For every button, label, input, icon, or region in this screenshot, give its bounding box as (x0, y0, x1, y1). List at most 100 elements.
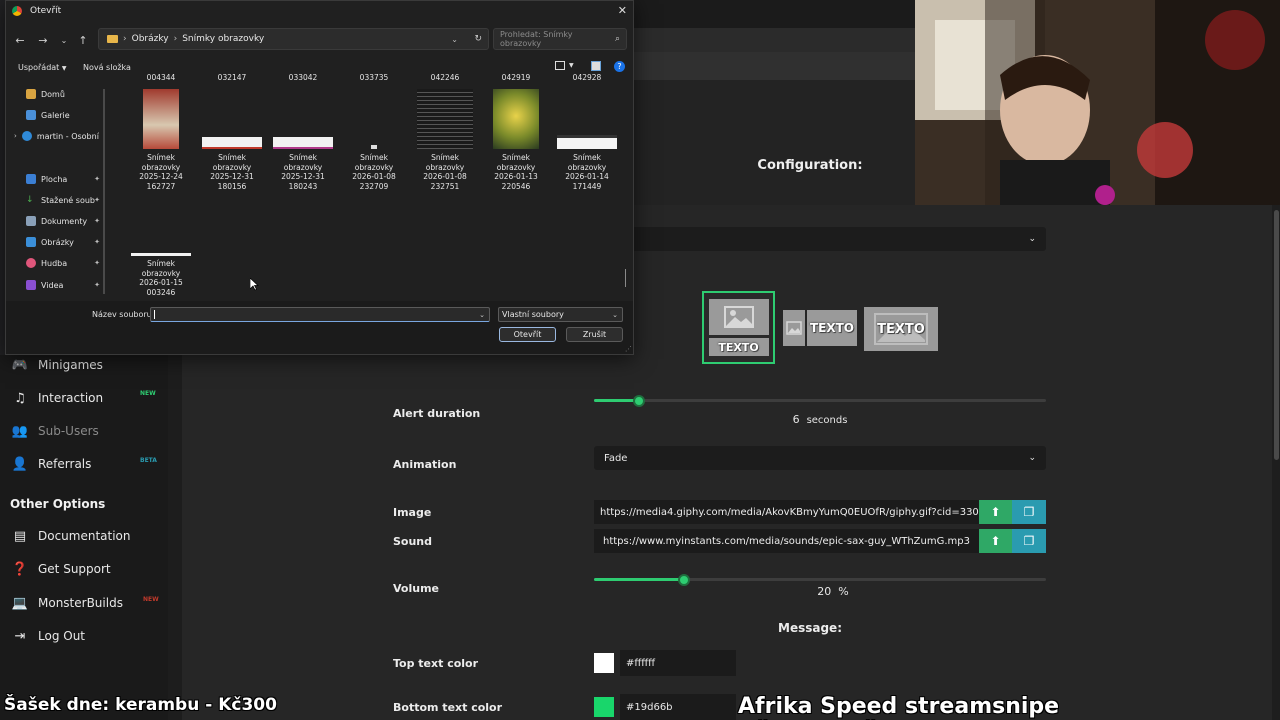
top-text-color-swatch[interactable] (594, 653, 614, 673)
nav-item-gallery[interactable]: Galerie (26, 110, 106, 120)
view-icon[interactable] (555, 61, 565, 70)
organize-label: Uspořádat (18, 63, 60, 72)
file-name: Snímek obrazovky 2026-01-08 232709 (342, 153, 406, 191)
page-scrollbar-thumb[interactable] (1274, 210, 1279, 460)
sidebar-item-label: Interaction (38, 391, 104, 405)
file-item[interactable]: Snímek obrazovky 2026-01-14 171449 (555, 89, 619, 191)
forward-arrow-icon[interactable]: → (35, 32, 51, 48)
chevron-down-icon[interactable]: ⌄ (451, 35, 458, 44)
close-icon[interactable]: ✕ (618, 4, 627, 17)
file-item[interactable]: Snímek obrazovky 2025-12-31 180156 (200, 89, 264, 191)
chevron-down-icon: ▼ (61, 65, 67, 72)
cancel-button[interactable]: Zrušit (566, 327, 623, 342)
nav-item-desktop[interactable]: Plocha ✦ (26, 174, 106, 184)
pin-icon: ✦ (94, 259, 100, 267)
nav-item-music[interactable]: Hudba ✦ (26, 258, 106, 268)
animation-label: Animation (393, 458, 457, 471)
animation-value: Fade (604, 452, 628, 464)
nav-item-downloads[interactable]: ↓ Stažené soub ✦ (26, 195, 106, 205)
address-bar[interactable]: › Obrázky › Snímky obrazovky ⌄ ↻ (98, 28, 489, 50)
file-item[interactable]: Snímek obrazovky 2025-12-24 162727 (129, 89, 193, 191)
filetype-select[interactable]: Vlastní soubory ⌄ (498, 307, 623, 322)
filename-input[interactable]: ⌄ (150, 307, 490, 322)
alert-duration-slider[interactable] (594, 399, 1046, 402)
nav-item-onedrive[interactable]: › martin - Osobní (14, 131, 106, 141)
file-label-partial: 004344 (146, 73, 176, 82)
sidebar-item-get-support[interactable]: ❓ Get Support (12, 561, 111, 577)
nav-item-pictures[interactable]: Obrázky ✦ (26, 237, 106, 247)
mouse-cursor-icon (250, 278, 259, 291)
sidebar-item-monsterbuilds[interactable]: 💻 MonsterBuilds (12, 595, 123, 611)
sidebar-item-label: Minigames (38, 358, 103, 372)
file-name-line: obrazovky (496, 162, 536, 172)
nav-item-videos[interactable]: Videa ✦ (26, 280, 106, 290)
file-name: Snímek obrazovky 2026-01-08 232751 (413, 153, 477, 191)
sidebar-item-minigames[interactable]: 🎮 Minigames (12, 357, 103, 373)
sidebar-divider (168, 355, 182, 720)
file-item[interactable]: Snímek obrazovky 2025-12-31 180243 (271, 89, 335, 191)
file-name-line: Snímek (431, 153, 459, 162)
chevron-down-icon[interactable]: ▼ (569, 62, 574, 69)
file-item[interactable]: Snímek obrazovky 2026-01-08 232751 (413, 89, 477, 191)
nav-item-documents[interactable]: Dokumenty ✦ (26, 216, 106, 226)
refresh-icon[interactable]: ↻ (474, 34, 482, 44)
nav-label: martin - Osobní (36, 131, 99, 141)
sidebar-item-log-out[interactable]: ⇥ Log Out (12, 628, 85, 644)
sidebar-item-interaction[interactable]: ♫ Interaction (12, 390, 103, 406)
sound-url-input[interactable]: https://www.myinstants.com/media/sounds/… (594, 529, 979, 553)
layout-option-image-above[interactable]: TEXTO (702, 291, 775, 364)
breadcrumb-item[interactable]: Snímky obrazovky (182, 34, 264, 44)
image-upload-button[interactable]: ⬆ (979, 500, 1012, 524)
sidebar-item-documentation[interactable]: ▤ Documentation (12, 528, 131, 544)
top-text-color-input[interactable]: #ffffff (620, 650, 736, 676)
layout-select[interactable]: ct ⌄ (594, 227, 1046, 251)
dialog-footer: Název souboru: ⌄ Vlastní soubory ⌄ Otevř… (6, 301, 633, 354)
volume-fill (594, 578, 685, 581)
filetype-value: Vlastní soubory (502, 310, 564, 319)
open-button[interactable]: Otevřít (499, 327, 556, 342)
nav-scrollbar[interactable] (103, 89, 105, 294)
configuration-title: Configuration: (757, 158, 863, 173)
search-icon: ⌕ (614, 34, 620, 44)
file-name-line: 2026-01-15 (139, 278, 183, 287)
dialog-titlebar: Otevřít ✕ (6, 1, 633, 21)
beta-badge: BETA (140, 457, 157, 464)
image-library-button[interactable]: ❐ (1012, 500, 1046, 524)
pin-icon: ✦ (94, 281, 100, 289)
app-tab-bar (634, 28, 916, 52)
nav-label: Hudba (41, 258, 68, 268)
breadcrumb-item[interactable]: Obrázky (132, 34, 169, 44)
bottom-text-color-swatch[interactable] (594, 697, 614, 717)
search-box[interactable]: Prohledat: Snímky obrazovky ⌕ (493, 28, 627, 50)
animation-select[interactable]: Fade ⌄ (594, 446, 1046, 470)
chevron-right-icon: › (123, 34, 127, 44)
file-name-line: obrazovky (141, 162, 181, 172)
duration-unit: seconds (806, 415, 848, 426)
sidebar-item-sub-users[interactable]: 👥 Sub-Users (12, 423, 99, 439)
resize-grip-icon[interactable]: ⋰ (625, 345, 632, 353)
image-url-input[interactable]: https://media4.giphy.com/media/AkovKBmyY… (594, 500, 979, 524)
back-arrow-icon[interactable]: ← (12, 32, 28, 48)
sound-upload-button[interactable]: ⬆ (979, 529, 1012, 553)
folder-icon (107, 35, 118, 43)
bottom-text-color-input[interactable]: #19d66b (620, 694, 736, 720)
file-item[interactable]: Snímek obrazovky 2026-01-08 232709 (342, 89, 406, 191)
chevron-down-icon[interactable]: ⌄ (479, 311, 485, 319)
history-chevron-icon[interactable]: ⌄ (56, 32, 72, 48)
sound-library-button[interactable]: ❐ (1012, 529, 1046, 553)
layout-option-text-overlay[interactable]: TEXTO (864, 307, 938, 351)
file-grid-scrollbar[interactable] (625, 269, 626, 287)
users-icon: 👥 (11, 423, 29, 439)
layout-option-image-left[interactable]: TEXTO (783, 310, 857, 346)
onedrive-icon (21, 131, 32, 141)
file-name-line: Snímek (573, 153, 601, 162)
preview-pane-icon[interactable] (591, 61, 601, 71)
file-name-line: 2026-01-08 (352, 172, 396, 181)
user-group-icon: 👤 (11, 456, 29, 472)
up-arrow-icon[interactable]: ↑ (75, 32, 91, 48)
organize-button[interactable]: Uspořádat ▼ (18, 63, 66, 72)
nav-item-home[interactable]: Domů (26, 89, 106, 99)
file-item[interactable]: Snímek obrazovky 2026-01-13 220546 (484, 89, 548, 191)
file-item[interactable]: Snímek obrazovky 2026-01-15 003246 (129, 253, 193, 297)
sidebar-item-referrals[interactable]: 👤 Referrals (12, 456, 91, 472)
